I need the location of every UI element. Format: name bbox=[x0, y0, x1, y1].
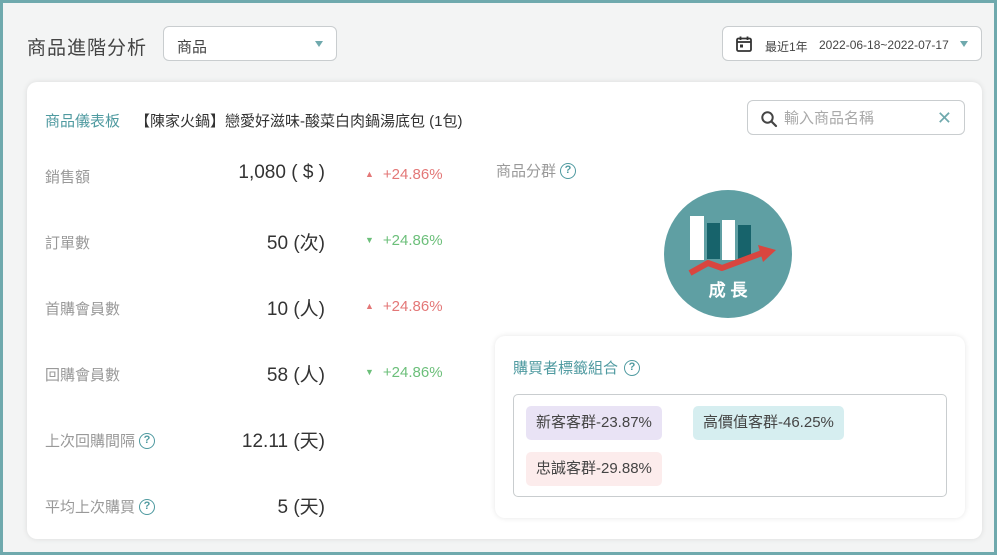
date-range-text: 2022-06-18~2022-07-17 bbox=[819, 38, 949, 52]
help-icon[interactable]: ? bbox=[624, 359, 641, 376]
product-dashboard-card: 商品儀表板 【陳家火鍋】戀愛好滋味-酸菜白肉鍋湯底包 (1包) ✕ 銷售額 1,0… bbox=[27, 82, 982, 539]
metric-value: 12.11 (天) bbox=[241, 431, 325, 452]
segment-badge-text: 成 長 bbox=[709, 280, 749, 300]
metric-label: 訂單數 bbox=[45, 232, 90, 253]
metric-delta-text: +24.86% bbox=[382, 166, 443, 183]
help-icon[interactable]: ? bbox=[560, 162, 577, 179]
tag-chip-loyal: 忠誠客群-29.88% bbox=[526, 452, 662, 486]
date-preset-label: 最近1年 bbox=[765, 40, 808, 54]
clear-icon[interactable]: ✕ bbox=[937, 108, 952, 129]
help-icon[interactable]: ? bbox=[139, 432, 156, 449]
product-search: ✕ bbox=[747, 100, 965, 135]
metric-row: 平均上次購買? 5 (天) bbox=[45, 490, 445, 520]
chevron-down-icon bbox=[315, 41, 323, 47]
down-arrow-icon: ▼ bbox=[365, 235, 374, 245]
tag-combo-title: 購買者標籤組合 ? bbox=[513, 357, 641, 378]
down-arrow-icon: ▼ bbox=[365, 367, 374, 377]
chevron-down-icon bbox=[960, 41, 968, 47]
metric-row: 銷售額 1,080 ( $ ) ▲ +24.86% bbox=[45, 160, 445, 190]
metric-label-text: 平均上次購買 bbox=[45, 499, 136, 516]
growth-segment-badge: 成 長 bbox=[664, 190, 792, 318]
metric-row: 上次回購間隔? 12.11 (天) bbox=[45, 424, 445, 454]
type-select-value: 商品 bbox=[177, 39, 208, 56]
metric-label: 上次回購間隔? bbox=[45, 430, 156, 451]
metric-label: 平均上次購買? bbox=[45, 496, 156, 517]
buyer-tag-combo-panel: 購買者標籤組合 ? 新客客群-23.87% 高價值客群-46.25% 忠誠客群-… bbox=[495, 336, 965, 518]
tag-chip-new: 新客客群-23.87% bbox=[526, 406, 662, 440]
metric-value: 5 (天) bbox=[277, 497, 325, 518]
metric-delta-text: +24.86% bbox=[382, 364, 443, 381]
dashboard-label: 商品儀表板 bbox=[45, 113, 121, 130]
metric-value: 58 (人) bbox=[266, 365, 325, 386]
up-arrow-icon: ▲ bbox=[365, 301, 374, 311]
metric-label-text: 回購會員數 bbox=[45, 367, 121, 384]
page-title: 商品進階分析 bbox=[27, 38, 148, 59]
metric-delta: ▼ +24.86% bbox=[365, 364, 443, 381]
metric-label-text: 上次回購間隔 bbox=[45, 433, 136, 450]
metric-delta-text: +24.86% bbox=[382, 298, 443, 315]
metric-delta: ▲ +24.86% bbox=[365, 298, 443, 315]
metric-label-text: 銷售額 bbox=[45, 169, 91, 186]
metric-delta: ▼ +24.86% bbox=[365, 232, 443, 249]
metric-label: 回購會員數 bbox=[45, 364, 120, 385]
search-icon bbox=[761, 111, 778, 128]
calendar-icon bbox=[736, 36, 752, 52]
segment-label: 商品分群 ? bbox=[496, 160, 577, 181]
metric-value: 50 (次) bbox=[266, 233, 325, 254]
metric-label-text: 首購會員數 bbox=[45, 301, 121, 318]
app-frame: 商品進階分析 商品 最近1年 2022-06-18~2022-07-17 商品儀… bbox=[0, 0, 997, 555]
tag-chip-high-value: 高價值客群-46.25% bbox=[693, 406, 844, 440]
metric-row: 訂單數 50 (次) ▼ +24.86% bbox=[45, 226, 445, 256]
up-arrow-icon: ▲ bbox=[365, 169, 374, 179]
metric-row: 回購會員數 58 (人) ▼ +24.86% bbox=[45, 358, 445, 388]
date-range-picker[interactable]: 最近1年 2022-06-18~2022-07-17 bbox=[722, 26, 982, 61]
tag-chip-container: 新客客群-23.87% 高價值客群-46.25% 忠誠客群-29.88% bbox=[513, 394, 947, 497]
metric-delta: ▲ +24.86% bbox=[365, 166, 443, 183]
metric-delta-text: +24.86% bbox=[382, 232, 443, 249]
metric-value: 1,080 ( $ ) bbox=[238, 162, 325, 183]
segment-label-text: 商品分群 bbox=[496, 163, 557, 180]
metric-row: 首購會員數 10 (人) ▲ +24.86% bbox=[45, 292, 445, 322]
type-select[interactable]: 商品 bbox=[163, 26, 337, 61]
metric-label: 銷售額 bbox=[45, 166, 90, 187]
tag-combo-title-text: 購買者標籤組合 bbox=[513, 360, 619, 377]
search-input[interactable] bbox=[784, 108, 934, 128]
help-icon[interactable]: ? bbox=[139, 498, 156, 515]
metric-label-text: 訂單數 bbox=[45, 235, 91, 252]
metric-label: 首購會員數 bbox=[45, 298, 120, 319]
metric-value: 10 (人) bbox=[266, 299, 325, 320]
product-name: 【陳家火鍋】戀愛好滋味-酸菜白肉鍋湯底包 (1包) bbox=[135, 113, 463, 130]
